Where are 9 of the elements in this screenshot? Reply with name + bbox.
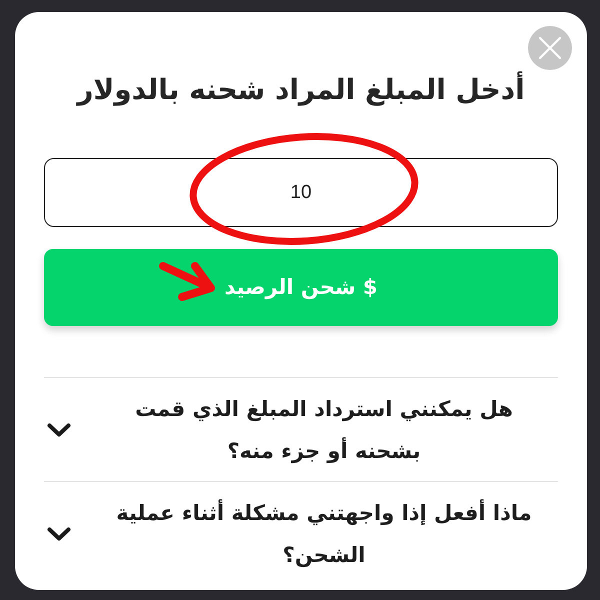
faq-item[interactable]: ماذا أفعل إذا واجهتني مشكلة أثناء عملية الشحن؟ [44,482,558,586]
amount-field[interactable]: 10 [44,158,558,228]
faq-item[interactable]: هل يمكنني استرداد المبلغ الذي قمت بشحنه أو جزء منه؟ [44,378,558,482]
close-button[interactable] [528,26,572,70]
close-icon [528,26,572,70]
annotation-arrow [159,262,215,301]
dialog-title: أدخل المبلغ المراد شحنه بالدولار [75,72,526,108]
faq-question: هل يمكنني استرداد المبلغ الذي قمت بشحنه أو جزء منه؟ [134,396,514,466]
faq-question: ماذا أفعل إذا واجهتني مشكلة أثناء عملية الشحن؟ [115,498,533,570]
